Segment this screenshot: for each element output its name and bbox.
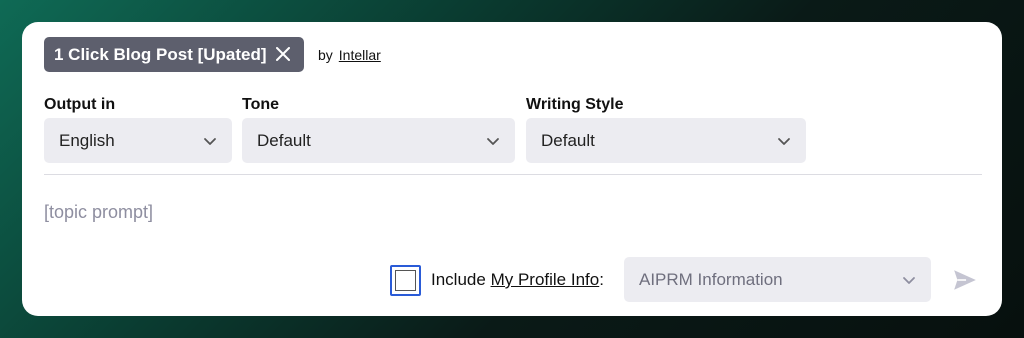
output-label: Output in <box>44 96 116 113</box>
output-language-value: English <box>59 130 115 150</box>
tone-select[interactable]: Default <box>242 118 515 163</box>
writing-style-label: Writing Style <box>526 96 624 113</box>
send-icon[interactable] <box>952 267 978 293</box>
my-profile-info-link[interactable]: My Profile Info <box>491 270 600 289</box>
prompt-card: 1 Click Blog Post [Upated] by Intellar Ou… <box>22 22 1002 316</box>
writing-style-select[interactable]: Default <box>526 118 806 163</box>
profile-info-value: AIPRM Information <box>639 269 783 289</box>
byline: by Intellar <box>318 47 381 63</box>
include-profile-checkbox[interactable] <box>390 265 421 296</box>
topic-prompt-input[interactable]: [topic prompt] <box>44 202 153 223</box>
divider <box>44 174 982 175</box>
by-label: by <box>318 47 333 63</box>
include-suffix: : <box>599 270 604 289</box>
chevron-down-icon <box>778 138 790 145</box>
chevron-down-icon <box>903 277 915 284</box>
tone-label: Tone <box>242 96 280 113</box>
chevron-down-icon <box>204 138 216 145</box>
include-profile-label: Include My Profile Info: <box>431 270 604 290</box>
author-link[interactable]: Intellar <box>339 47 381 63</box>
checkbox-box <box>395 270 416 291</box>
tone-value: Default <box>257 130 311 150</box>
writing-style-value: Default <box>541 130 595 150</box>
include-prefix: Include <box>431 270 486 289</box>
prompt-title-chip[interactable]: 1 Click Blog Post [Upated] <box>44 37 304 72</box>
profile-info-select[interactable]: AIPRM Information <box>624 257 931 302</box>
prompt-title: 1 Click Blog Post [Upated] <box>54 44 267 64</box>
chevron-down-icon <box>487 138 499 145</box>
output-language-select[interactable]: English <box>44 118 232 163</box>
close-icon[interactable] <box>272 43 294 65</box>
